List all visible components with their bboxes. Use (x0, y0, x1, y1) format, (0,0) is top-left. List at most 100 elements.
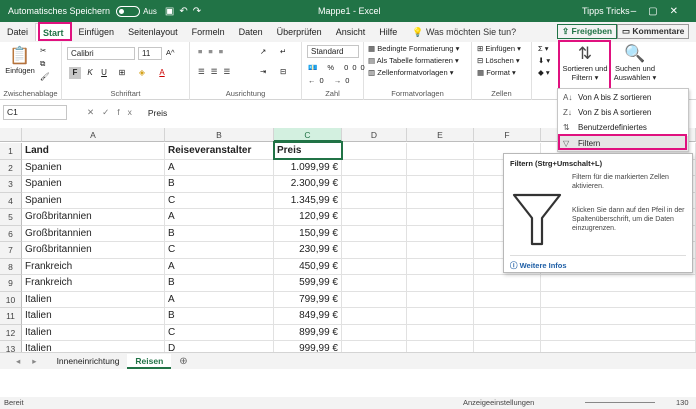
row-header[interactable]: 5 (0, 209, 22, 226)
table-cell[interactable]: 799,99 € (274, 291, 342, 308)
table-cell[interactable]: B (165, 308, 274, 325)
table-cell[interactable]: Spanien (22, 192, 165, 209)
table-cell[interactable] (407, 308, 474, 325)
table-cell[interactable] (541, 341, 696, 352)
table-cell[interactable]: B (165, 225, 274, 242)
underline-button[interactable]: U (98, 67, 110, 79)
row-header[interactable]: 1 (0, 143, 22, 160)
row-header[interactable]: 10 (0, 291, 22, 308)
table-cell[interactable] (342, 143, 407, 160)
table-cell[interactable]: Land (22, 143, 165, 160)
clear-icon[interactable]: ◆ ▾ (538, 68, 550, 77)
merge-icon[interactable]: ⊟ (280, 67, 286, 76)
tab-formeln[interactable]: Formeln (185, 23, 232, 41)
table-cell[interactable]: Spanien (22, 176, 165, 193)
decimal-icons[interactable]: ←0 →0 (308, 76, 353, 85)
cancel-icon[interactable]: ✕ (87, 107, 102, 117)
fill-icon[interactable]: ⬇ ▾ (538, 56, 550, 65)
add-sheet-icon[interactable]: ⊕ (179, 356, 187, 367)
paste-button[interactable]: 📋 Einfügen (4, 46, 36, 75)
comments-button[interactable]: ▭ Kommentare (617, 24, 690, 39)
table-cell[interactable] (342, 258, 407, 275)
table-cell[interactable]: B (165, 275, 274, 292)
insert-cells-button[interactable]: ⊞ Einfügen ▾ (477, 44, 521, 53)
cut-icon[interactable]: ✂ (40, 46, 46, 55)
table-cell[interactable]: 2.300,99 € (274, 176, 342, 193)
row-header[interactable]: 4 (0, 192, 22, 209)
table-cell[interactable]: A (165, 291, 274, 308)
bold-button[interactable]: F (69, 67, 81, 79)
sheet-tab-inneneinrichtung[interactable]: Inneneinrichtung (49, 354, 128, 369)
row-header[interactable]: 7 (0, 242, 22, 259)
table-cell[interactable]: Großbritannien (22, 242, 165, 259)
table-cell[interactable] (407, 324, 474, 341)
find-select-button[interactable]: 🔍 Suchen und Auswählen ▾ (612, 44, 658, 82)
column-header-c[interactable]: C (274, 128, 342, 142)
undo-icon[interactable]: ↶ (179, 6, 192, 17)
table-cell[interactable] (342, 176, 407, 193)
table-cell[interactable] (407, 275, 474, 292)
table-cell[interactable]: A (165, 258, 274, 275)
zoom-level[interactable]: 130 % (676, 398, 696, 409)
table-cell[interactable]: 120,99 € (274, 209, 342, 226)
user-name[interactable]: Tipps Tricks (582, 6, 630, 16)
copy-icon[interactable]: ⧉ (40, 59, 45, 69)
table-cell[interactable]: Großbritannien (22, 209, 165, 226)
name-box[interactable]: C1 (3, 105, 67, 120)
table-cell[interactable]: C (165, 324, 274, 341)
table-cell[interactable]: C (165, 242, 274, 259)
quick-access-toolbar[interactable]: ▣↶↷ (165, 6, 206, 17)
table-cell[interactable]: 899,99 € (274, 324, 342, 341)
table-cell[interactable] (407, 143, 474, 160)
table-cell[interactable]: 599,99 € (274, 275, 342, 292)
table-cell[interactable] (474, 275, 541, 292)
tab-ueberpruefen[interactable]: Überprüfen (270, 23, 329, 41)
conditional-formatting-button[interactable]: ▦ Bedingte Formatierung ▾ (368, 44, 459, 53)
vertical-align-icons[interactable]: ≡≡≡ (198, 47, 229, 56)
tell-me-search[interactable]: 💡 Was möchten Sie tun? (412, 27, 516, 38)
table-cell[interactable]: A (165, 159, 274, 176)
table-cell[interactable] (342, 341, 407, 352)
tab-hilfe[interactable]: Hilfe (372, 23, 404, 41)
font-size-select[interactable]: 11 (138, 47, 162, 60)
table-cell[interactable]: C (165, 192, 274, 209)
table-cell[interactable] (407, 258, 474, 275)
share-button[interactable]: ⇪ Freigeben (557, 24, 618, 39)
row-header[interactable]: 11 (0, 308, 22, 325)
table-cell[interactable]: Frankreich (22, 275, 165, 292)
prev-sheet-icon[interactable]: ◂ (16, 356, 32, 366)
tab-ansicht[interactable]: Ansicht (329, 23, 373, 41)
active-cell[interactable] (273, 141, 343, 160)
table-cell[interactable]: Frankreich (22, 258, 165, 275)
redo-icon[interactable]: ↷ (193, 6, 206, 17)
close-icon[interactable]: ✕ (670, 6, 690, 17)
table-cell[interactable] (407, 225, 474, 242)
tab-daten[interactable]: Daten (232, 23, 270, 41)
table-cell[interactable] (342, 291, 407, 308)
format-cells-button[interactable]: ▦ Format ▾ (477, 68, 516, 77)
row-header[interactable]: 13 (0, 341, 22, 352)
number-format-select[interactable]: Standard (307, 45, 359, 58)
table-cell[interactable]: 999,99 € (274, 341, 342, 352)
italic-button[interactable]: K (84, 67, 96, 79)
font-color-icon[interactable]: A (156, 67, 168, 79)
zoom-slider[interactable] (585, 402, 655, 403)
sheet-tab-reisen[interactable]: Reisen (127, 353, 172, 369)
formula-icons[interactable]: ✕✓fx (87, 107, 140, 118)
table-cell[interactable] (407, 209, 474, 226)
tab-datei[interactable]: Datei (0, 23, 35, 41)
confirm-icon[interactable]: ✓ (102, 107, 117, 117)
table-cell[interactable] (407, 341, 474, 352)
menu-item-custom-sort[interactable]: ⇅Benutzerdefiniertes Sortieren... (558, 120, 688, 147)
table-cell[interactable] (342, 225, 407, 242)
table-cell[interactable] (407, 176, 474, 193)
font-grow-icon[interactable]: A^ (166, 48, 175, 57)
row-header[interactable]: 3 (0, 176, 22, 193)
fx-icon[interactable]: fx (117, 107, 140, 117)
select-all-corner[interactable] (0, 128, 22, 142)
table-cell[interactable]: Italien (22, 341, 165, 352)
table-cell[interactable] (342, 209, 407, 226)
table-cell[interactable] (474, 341, 541, 352)
orientation-icon[interactable]: ↗ (260, 47, 266, 56)
save-icon[interactable]: ▣ (165, 6, 179, 17)
